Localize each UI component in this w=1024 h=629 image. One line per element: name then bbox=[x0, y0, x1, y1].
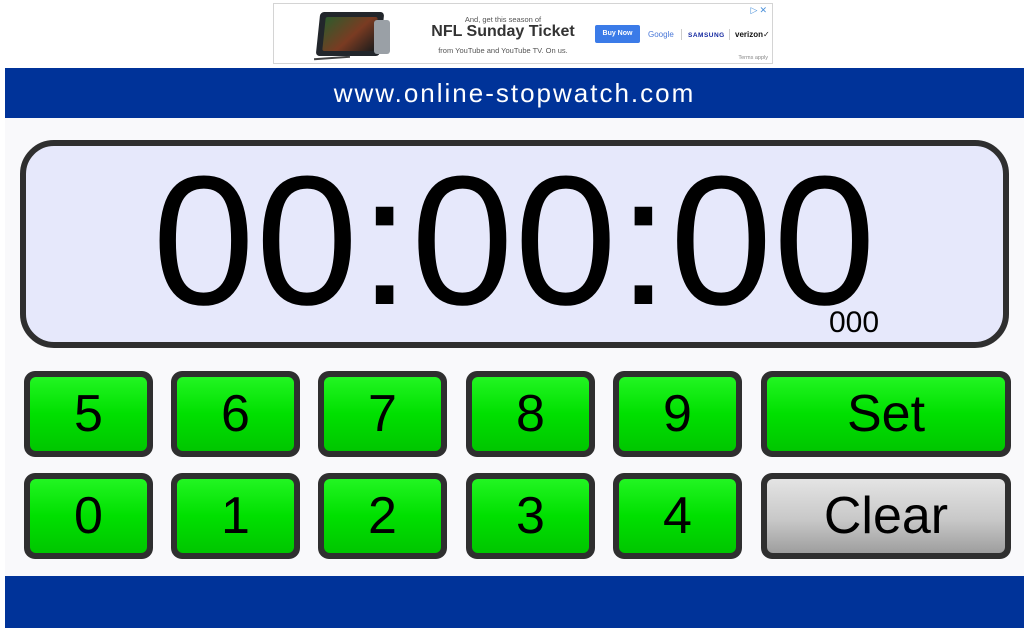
clear-button[interactable]: Clear bbox=[761, 473, 1011, 559]
key-4-button[interactable]: 4 bbox=[613, 473, 742, 559]
ad-choices-close-icon[interactable]: ▷✕ bbox=[751, 5, 769, 16]
key-7-button[interactable]: 7 bbox=[318, 371, 447, 457]
ad-terms[interactable]: Terms apply bbox=[738, 55, 768, 61]
ad-banner[interactable]: And, get this season of NFL Sunday Ticke… bbox=[273, 3, 773, 64]
key-0-button[interactable]: 0 bbox=[24, 473, 153, 559]
stylus-image bbox=[313, 55, 351, 61]
key-3-button[interactable]: 3 bbox=[466, 473, 595, 559]
key-8-button[interactable]: 8 bbox=[466, 371, 595, 457]
time-readout: 00:00:00 bbox=[152, 137, 877, 343]
milliseconds-readout: 000 bbox=[829, 306, 880, 339]
key-label: Clear bbox=[767, 479, 1005, 553]
key-label: 5 bbox=[30, 377, 147, 451]
key-1-button[interactable]: 1 bbox=[171, 473, 300, 559]
key-9-button[interactable]: 9 bbox=[613, 371, 742, 457]
key-6-button[interactable]: 6 bbox=[171, 371, 300, 457]
samsung-logo: SAMSUNG bbox=[688, 32, 725, 39]
google-logo: Google bbox=[648, 30, 674, 39]
ad-subtitle: from YouTube and YouTube TV. On us. bbox=[438, 46, 568, 55]
key-2-button[interactable]: 2 bbox=[318, 473, 447, 559]
site-header[interactable]: www.online-stopwatch.com bbox=[5, 68, 1024, 118]
verizon-logo: verizon✓ bbox=[735, 30, 770, 39]
key-5-button[interactable]: 5 bbox=[24, 371, 153, 457]
ad-title: NFL Sunday Ticket bbox=[431, 23, 575, 40]
time-display: 00:00:00 000 bbox=[20, 140, 1009, 348]
key-label: 7 bbox=[324, 377, 441, 451]
key-label: 6 bbox=[177, 377, 294, 451]
key-label: 0 bbox=[30, 479, 147, 553]
site-footer bbox=[5, 576, 1024, 628]
key-label: 4 bbox=[619, 479, 736, 553]
ad-divider bbox=[729, 29, 730, 40]
ad-buy-now-button[interactable]: Buy Now bbox=[595, 25, 640, 43]
phone-image bbox=[374, 20, 390, 54]
key-label: 2 bbox=[324, 479, 441, 553]
set-button[interactable]: Set bbox=[761, 371, 1011, 457]
key-label: 1 bbox=[177, 479, 294, 553]
key-label: Set bbox=[767, 377, 1005, 451]
key-label: 8 bbox=[472, 377, 589, 451]
key-label: 9 bbox=[619, 377, 736, 451]
ad-divider bbox=[681, 29, 682, 40]
key-label: 3 bbox=[472, 479, 589, 553]
